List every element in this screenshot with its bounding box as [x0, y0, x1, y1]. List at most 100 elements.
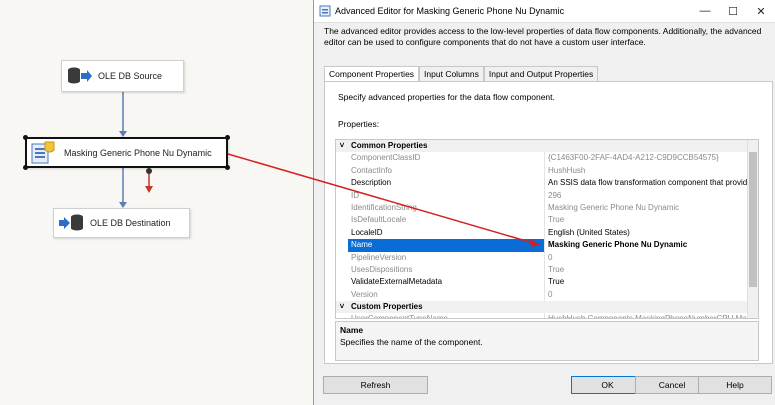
script-transform-icon	[31, 141, 55, 163]
close-icon: ✕	[756, 5, 766, 18]
row-gutter	[336, 313, 348, 318]
dialog-titlebar[interactable]: Advanced Editor for Masking Generic Phon…	[314, 0, 775, 23]
property-value[interactable]: {C1463F00-2FAF-4AD4-A212-C9D9CCB54575}	[545, 152, 758, 164]
masking-transform-node[interactable]: Masking Generic Phone Nu Dynamic	[23, 135, 230, 170]
advanced-editor-dialog: Advanced Editor for Masking Generic Phon…	[313, 0, 775, 405]
resize-handle-tl[interactable]	[23, 135, 28, 140]
data-flow-canvas: OLE DB Source Masking Generic Phone Nu D…	[0, 0, 313, 405]
tab-input-columns[interactable]: Input Columns	[419, 66, 484, 81]
property-row[interactable]: ValidateExternalMetadata True	[336, 276, 758, 289]
property-name: ValidateExternalMetadata	[348, 276, 545, 289]
property-row[interactable]: IdentificationString Masking Generic Phon…	[336, 201, 758, 215]
ole-db-source-label: OLE DB Source	[98, 71, 163, 81]
property-row[interactable]: IsDefaultLocale True	[336, 214, 758, 227]
row-gutter	[336, 289, 348, 301]
ok-button[interactable]: OK	[571, 376, 644, 394]
property-value[interactable]: English (United States)	[545, 227, 758, 239]
help-property-description: Specifies the name of the component.	[340, 337, 483, 347]
close-button[interactable]: ✕	[747, 0, 775, 22]
property-row[interactable]: UserComponentTypeName HushHush.Components…	[336, 313, 758, 318]
property-name: IsDefaultLocale	[348, 214, 545, 227]
row-gutter	[336, 177, 348, 189]
app-icon	[319, 5, 331, 17]
property-value[interactable]: True	[545, 264, 758, 276]
error-output-dot	[146, 168, 152, 174]
property-name: Custom Properties	[351, 302, 423, 312]
ole-db-destination-node[interactable]: OLE DB Destination	[53, 208, 190, 238]
property-name: UsesDispositions	[348, 263, 545, 277]
property-row[interactable]: Name Masking Generic Phone Nu Dynamic	[336, 239, 758, 252]
tab-input-output-properties[interactable]: Input and Output Properties	[483, 66, 599, 81]
property-help-box: Name Specifies the name of the component…	[335, 321, 759, 361]
properties-label: Properties:	[338, 119, 380, 129]
row-gutter	[336, 202, 348, 214]
property-value[interactable]: HushHush.Components.MaskingPhoneNumberCP…	[545, 313, 758, 318]
collapse-chevron-icon[interactable]: ˅	[336, 301, 348, 313]
property-name: UserComponentTypeName	[348, 313, 545, 318]
database-source-icon	[68, 67, 92, 84]
property-value[interactable]: 0	[545, 252, 758, 264]
error-arrowhead	[145, 186, 153, 193]
specify-text: Specify advanced properties for the data…	[338, 92, 555, 102]
property-category[interactable]: ˅ Common Properties	[336, 140, 758, 153]
row-gutter	[336, 264, 348, 276]
resize-handle-tr[interactable]	[225, 135, 230, 140]
property-name: Name	[348, 239, 545, 252]
property-row[interactable]: ComponentClassID {C1463F00-2FAF-4AD4-A212…	[336, 152, 758, 165]
row-gutter	[336, 190, 348, 202]
row-gutter	[336, 252, 348, 264]
collapse-chevron-icon[interactable]: ˅	[336, 140, 348, 152]
row-gutter	[336, 227, 348, 239]
row-gutter	[336, 214, 348, 226]
property-value	[544, 301, 758, 313]
masking-transform-label: Masking Generic Phone Nu Dynamic	[64, 147, 212, 158]
grid-scroll-thumb[interactable]	[749, 152, 757, 287]
database-destination-icon	[59, 214, 83, 231]
minimize-button[interactable]: —	[691, 0, 719, 22]
maximize-button[interactable]: ☐	[719, 0, 747, 22]
maximize-icon: ☐	[728, 5, 738, 18]
tab-strip: Component Properties Input Columns Input…	[324, 66, 599, 84]
refresh-button[interactable]: Refresh	[323, 376, 428, 394]
resize-handle-br[interactable]	[225, 165, 230, 170]
property-name: IdentificationString	[348, 201, 545, 215]
property-value[interactable]: 296	[545, 190, 758, 202]
resize-handle-bl[interactable]	[23, 165, 28, 170]
component-properties-panel: Specify advanced properties for the data…	[324, 81, 773, 364]
property-category[interactable]: ˅ Custom Properties	[336, 301, 758, 314]
property-row[interactable]: ContactInfo HushHush	[336, 164, 758, 178]
ole-db-source-node[interactable]: OLE DB Source	[61, 60, 184, 92]
grid-scrollbar[interactable]	[747, 140, 758, 318]
property-value[interactable]: HushHush	[545, 165, 758, 177]
property-value[interactable]: Masking Generic Phone Nu Dynamic	[545, 202, 758, 214]
property-row[interactable]: Description An SSIS data flow transformat…	[336, 177, 758, 190]
minimize-icon: —	[699, 5, 711, 17]
property-row[interactable]: UsesDispositions True	[336, 263, 758, 277]
property-value[interactable]: True	[545, 276, 758, 288]
help-property-name: Name	[340, 325, 364, 335]
row-gutter	[336, 152, 348, 164]
property-value	[544, 140, 758, 152]
property-row[interactable]: ID 296	[336, 189, 758, 202]
row-gutter	[336, 239, 348, 251]
property-name: ComponentClassID	[348, 152, 545, 165]
help-button[interactable]: Help	[698, 376, 772, 394]
ole-db-destination-label: OLE DB Destination	[90, 218, 171, 228]
property-grid[interactable]: ˅ Common Properties ComponentClassID {C1463…	[335, 139, 759, 319]
property-name: LocaleID	[348, 226, 545, 240]
property-row[interactable]: PipelineVersion 0	[336, 251, 758, 264]
row-gutter	[336, 276, 348, 288]
property-row[interactable]: LocaleID English (United States)	[336, 226, 758, 240]
property-name: ContactInfo	[348, 164, 545, 178]
dialog-description: The advanced editor provides access to t…	[324, 26, 762, 47]
property-name: Common Properties	[351, 141, 428, 150]
property-row[interactable]: Version 0	[336, 288, 758, 302]
property-name: Version	[348, 288, 545, 302]
dialog-title: Advanced Editor for Masking Generic Phon…	[335, 6, 565, 16]
property-name: ID	[348, 189, 545, 202]
property-value[interactable]: An SSIS data flow transformation compone…	[545, 177, 758, 189]
property-value[interactable]: Masking Generic Phone Nu Dynamic	[545, 239, 758, 251]
property-value[interactable]: True	[545, 214, 758, 226]
property-name: Description	[348, 177, 545, 190]
property-value[interactable]: 0	[545, 289, 758, 301]
